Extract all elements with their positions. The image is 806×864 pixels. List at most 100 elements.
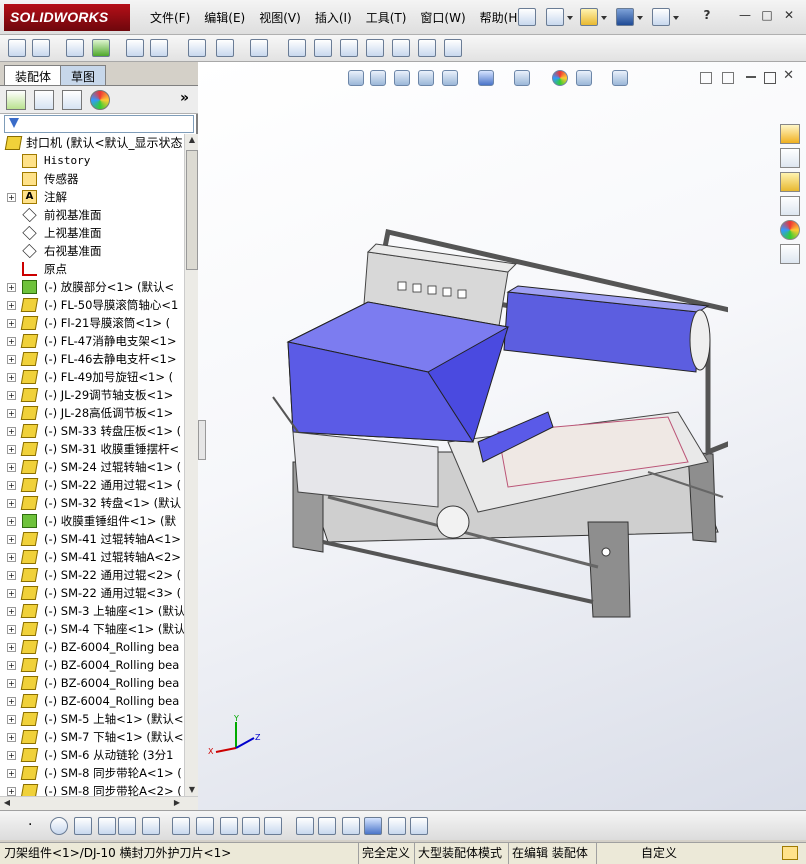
tree-item[interactable]: + A 注解: [0, 188, 184, 206]
smart-fasteners-icon[interactable]: [150, 39, 168, 57]
tree-item[interactable]: + (-) FL-49加号旋钮<1> (: [0, 368, 184, 386]
scroll-up-icon[interactable]: ▲: [187, 134, 197, 146]
expand-icon[interactable]: +: [7, 499, 16, 508]
standard-views-icon[interactable]: [388, 817, 406, 835]
custom-properties-icon[interactable]: [780, 244, 800, 264]
centerline-icon[interactable]: [98, 817, 116, 835]
expand-icon[interactable]: +: [7, 409, 16, 418]
component-pattern-icon[interactable]: [126, 39, 144, 57]
viewport-restore-icon[interactable]: [764, 72, 776, 84]
tree-item[interactable]: 前视基准面: [0, 206, 184, 224]
status-units[interactable]: 自定义: [596, 843, 778, 864]
expand-icon[interactable]: +: [7, 427, 16, 436]
expand-icon[interactable]: +: [7, 733, 16, 742]
configuration-manager-icon[interactable]: [62, 90, 82, 110]
graphics-area[interactable]: ✕ Y X Z: [198, 62, 806, 810]
chevron-down-icon[interactable]: [567, 16, 573, 20]
expand-icon[interactable]: +: [7, 571, 16, 580]
tree-item[interactable]: 右视基准面: [0, 242, 184, 260]
tree-item[interactable]: + (-) SM-31 收膜重锤摆杆<: [0, 440, 184, 458]
zoom-to-fit-icon[interactable]: [348, 70, 364, 86]
tab-assembly[interactable]: 装配体: [4, 65, 63, 85]
tree-item[interactable]: + (-) BZ-6004_Rolling bea: [0, 692, 184, 710]
expand-icon[interactable]: +: [7, 301, 16, 310]
chevron-down-icon[interactable]: [673, 16, 679, 20]
expand-icon[interactable]: +: [7, 679, 16, 688]
expand-icon[interactable]: +: [7, 697, 16, 706]
tree-item[interactable]: + (-) BZ-6004_Rolling bea: [0, 674, 184, 692]
tree-item[interactable]: + (-) SM-3 上轴座<1> (默认: [0, 602, 184, 620]
minimize-button[interactable]: —: [738, 9, 752, 23]
tree-item[interactable]: + (-) FL-46去静电支杆<1>: [0, 350, 184, 368]
spline-icon[interactable]: [264, 817, 282, 835]
save-icon[interactable]: [616, 8, 634, 26]
menu-window[interactable]: 窗口(W): [420, 9, 465, 26]
offset-icon[interactable]: [172, 817, 190, 835]
mirror-icon[interactable]: [196, 817, 214, 835]
shaded-view-icon[interactable]: [364, 817, 382, 835]
expand-icon[interactable]: +: [7, 553, 16, 562]
circle-icon[interactable]: [50, 817, 68, 835]
viewport-close-icon[interactable]: ✕: [783, 68, 794, 83]
relations-icon[interactable]: [342, 817, 360, 835]
view-orientation-icon[interactable]: [442, 70, 458, 86]
edit-appearance-icon[interactable]: [552, 70, 568, 86]
tree-item[interactable]: + (-) SM-33 转盘压板<1> (: [0, 422, 184, 440]
expand-icon[interactable]: +: [7, 481, 16, 490]
exploded-view-icon[interactable]: [366, 39, 384, 57]
expand-icon[interactable]: +: [7, 319, 16, 328]
filter-icon[interactable]: [9, 118, 19, 128]
tree-item[interactable]: + (-) BZ-6004_Rolling bea: [0, 638, 184, 656]
paperclip-icon[interactable]: [66, 39, 84, 57]
expand-icon[interactable]: +: [7, 751, 16, 760]
close-button[interactable]: ✕: [782, 9, 796, 23]
display-style-icon[interactable]: [478, 70, 494, 86]
expand-icon[interactable]: +: [7, 625, 16, 634]
move-component-icon[interactable]: [188, 39, 206, 57]
viewport-split-icon[interactable]: [700, 72, 712, 84]
new-document-icon[interactable]: [546, 8, 564, 26]
view-palette-icon[interactable]: [780, 196, 800, 216]
help-icon[interactable]: ?: [700, 9, 714, 23]
tree-item[interactable]: + (-) JL-28高低调节板<1>: [0, 404, 184, 422]
smart-dimension-icon[interactable]: [296, 817, 314, 835]
model-3d-sealing-machine[interactable]: [268, 222, 728, 622]
menu-edit[interactable]: 编辑(E): [204, 9, 245, 26]
insert-component-icon[interactable]: [32, 39, 50, 57]
pin-icon[interactable]: [518, 8, 536, 26]
tree-vertical-scrollbar[interactable]: ▲ ▼: [184, 134, 198, 796]
rebuild-icon[interactable]: [782, 846, 798, 860]
menu-insert[interactable]: 插入(I): [315, 9, 352, 26]
convert-entities-icon[interactable]: [220, 817, 238, 835]
tree-item[interactable]: + (-) SM-41 过辊转轴A<2>: [0, 548, 184, 566]
restore-button[interactable]: □: [760, 9, 774, 23]
hide-show-items-icon[interactable]: [514, 70, 530, 86]
expand-icon[interactable]: +: [7, 391, 16, 400]
tree-item[interactable]: + (-) SM-22 通用过辊<3> (: [0, 584, 184, 602]
print-icon[interactable]: [652, 8, 670, 26]
expand-icon[interactable]: +: [7, 787, 16, 796]
trim-icon[interactable]: [118, 817, 136, 835]
scroll-left-icon[interactable]: ◀: [2, 797, 12, 809]
tree-item[interactable]: + (-) SM-41 过辊转轴A<1>: [0, 530, 184, 548]
tree-item[interactable]: + (-) SM-8 同步带轮A<2> (: [0, 782, 184, 796]
expand-icon[interactable]: +: [7, 643, 16, 652]
tree-item[interactable]: + (-) JL-29调节轴支板<1>: [0, 386, 184, 404]
show-hidden-icon[interactable]: [216, 39, 234, 57]
fillet-icon[interactable]: [242, 817, 260, 835]
grid-icon[interactable]: [318, 817, 336, 835]
tree-item[interactable]: + (-) SM-8 同步带轮A<1> (: [0, 764, 184, 782]
home-icon[interactable]: [780, 124, 800, 144]
sketch-icon[interactable]: [444, 39, 462, 57]
menu-help[interactable]: 帮助(H): [480, 9, 522, 26]
tree-item[interactable]: + (-) SM-22 通用过辊<2> (: [0, 566, 184, 584]
expand-pane-icon[interactable]: »: [180, 90, 189, 106]
viewport-split2-icon[interactable]: [722, 72, 734, 84]
appearances-icon[interactable]: [780, 220, 800, 240]
expand-icon[interactable]: +: [7, 661, 16, 670]
menu-view[interactable]: 视图(V): [259, 9, 301, 26]
solidworks-logo[interactable]: SOLIDWORKS: [4, 4, 130, 31]
tree-item[interactable]: + (-) SM-5 上轴<1> (默认<: [0, 710, 184, 728]
display-manager-icon[interactable]: [90, 90, 110, 110]
expand-icon[interactable]: +: [7, 589, 16, 598]
